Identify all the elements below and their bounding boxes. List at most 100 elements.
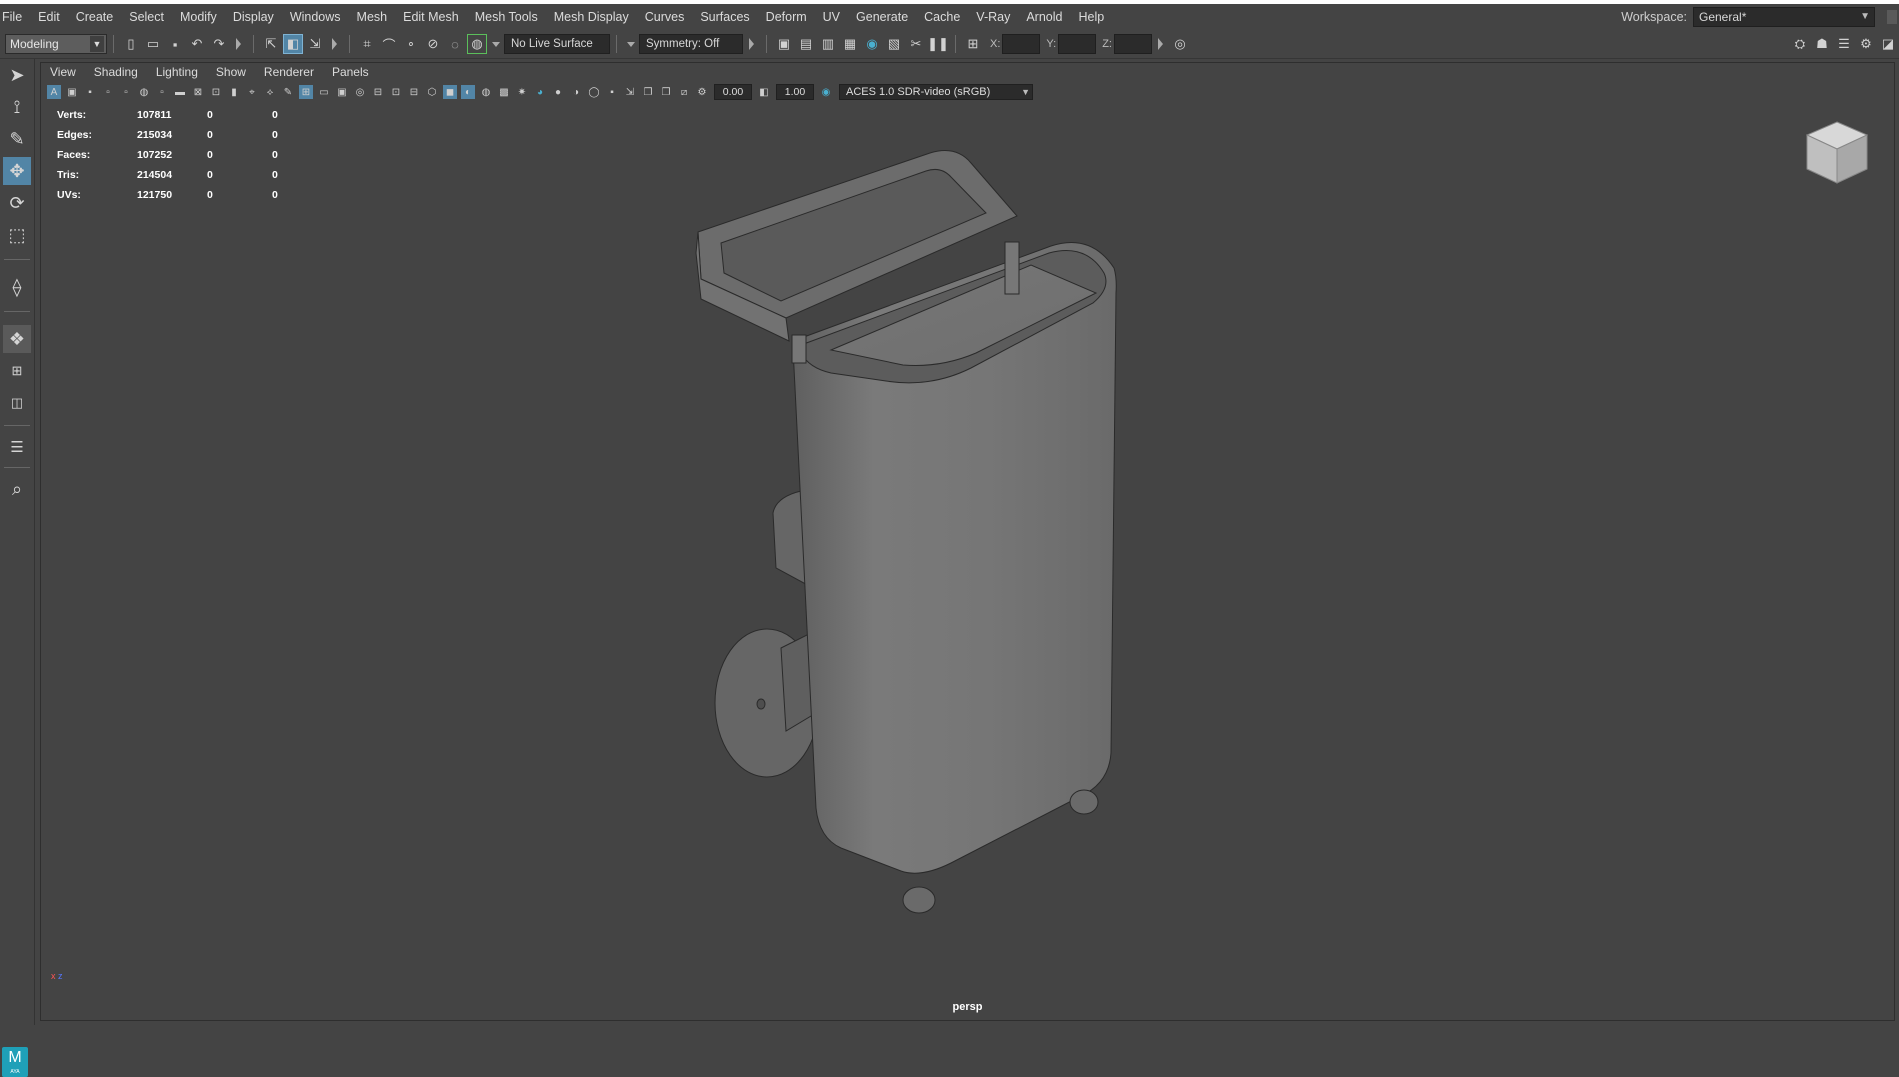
menu-surfaces[interactable]: Surfaces xyxy=(692,10,757,24)
make-live-icon[interactable]: ◍ xyxy=(467,34,487,54)
render-settings-icon[interactable]: ▦ xyxy=(841,35,859,53)
trolley-model[interactable] xyxy=(695,150,1117,914)
y-label: Y: xyxy=(1046,38,1057,50)
menu-cache[interactable]: Cache xyxy=(916,10,968,24)
scene-render[interactable] xyxy=(41,63,1894,1020)
menu-mesh-tools[interactable]: Mesh Tools xyxy=(467,10,546,24)
separator xyxy=(253,35,254,53)
live-surface-field[interactable]: No Live Surface xyxy=(504,34,610,54)
axis-z-label: z xyxy=(58,971,63,981)
outliner-icon[interactable]: ☰ xyxy=(3,433,31,461)
new-scene-icon[interactable]: ▯ xyxy=(122,35,140,53)
menu-curves[interactable]: Curves xyxy=(637,10,693,24)
transform-constraints-icon[interactable]: ⊞ xyxy=(964,35,982,53)
snap-surface-icon[interactable]: ◌ xyxy=(446,35,464,53)
snap-grid-icon[interactable]: ⌗ xyxy=(358,35,376,53)
workspace-value: General* xyxy=(1699,10,1747,24)
view-cube[interactable] xyxy=(1802,117,1872,187)
persp-outliner-layout-icon[interactable]: ◫ xyxy=(3,389,31,417)
paint-select-tool-icon[interactable]: ✎ xyxy=(3,125,31,153)
menu-set-dropdown[interactable]: Modeling ▼ xyxy=(5,34,107,54)
workspace-selector-group: Workspace: General* ▼ xyxy=(1621,4,1899,30)
chevron-down-icon[interactable] xyxy=(492,41,500,47)
four-view-layout-icon[interactable]: ⊞ xyxy=(3,357,31,385)
character-controls-icon[interactable]: ☗ xyxy=(1813,35,1831,53)
select-tool-icon[interactable]: ➤ xyxy=(3,61,31,89)
separator xyxy=(766,35,767,53)
menu-arnold[interactable]: Arnold xyxy=(1018,10,1070,24)
collapse-arrow-icon[interactable] xyxy=(236,38,241,50)
snap-view-plane-icon[interactable]: ⊘ xyxy=(424,35,442,53)
axis-indicator: x z xyxy=(51,971,63,981)
x-input[interactable] xyxy=(1002,34,1041,54)
menu-display[interactable]: Display xyxy=(225,10,282,24)
snap-curve-icon[interactable]: ⌒ xyxy=(380,35,398,53)
trolley-handle-post xyxy=(791,334,807,364)
undo-icon[interactable]: ↶ xyxy=(188,35,206,53)
select-object-icon[interactable]: ◧ xyxy=(283,34,303,54)
ipr-render-icon[interactable]: ▥ xyxy=(819,35,837,53)
collapse-arrow-icon[interactable] xyxy=(332,38,337,50)
menu-modify[interactable]: Modify xyxy=(172,10,225,24)
single-perspective-layout-icon[interactable]: ❖ xyxy=(3,325,31,353)
menu-generate[interactable]: Generate xyxy=(848,10,916,24)
select-hierarchy-icon[interactable]: ⇱ xyxy=(262,35,280,53)
rotate-tool-icon[interactable]: ⟳ xyxy=(3,189,31,217)
main-menubar: File Edit Create Select Modify Display W… xyxy=(0,4,1899,30)
menu-select[interactable]: Select xyxy=(121,10,172,24)
menu-file[interactable]: File xyxy=(0,10,30,24)
select-component-icon[interactable]: ⇲ xyxy=(306,35,324,53)
separator xyxy=(4,425,30,426)
menu-windows[interactable]: Windows xyxy=(282,10,349,24)
menu-vray[interactable]: V-Ray xyxy=(968,10,1018,24)
collapse-arrow-icon[interactable] xyxy=(749,38,754,50)
z-input[interactable] xyxy=(1113,34,1152,54)
separator xyxy=(113,35,114,53)
hypershade-icon[interactable]: ◉ xyxy=(863,35,881,53)
left-toolbox: ➤ ⟟ ✎ ✥ ⟳ ⬚ ⟠ ❖ ⊞ ◫ ☰ ⌕ M AYA xyxy=(0,59,35,1077)
separator xyxy=(349,35,350,53)
snap-point-icon[interactable]: ∘ xyxy=(402,35,420,53)
menu-uv[interactable]: UV xyxy=(815,10,848,24)
vray-ipr-icon[interactable]: ✂ xyxy=(907,35,925,53)
trolley-handle-post xyxy=(1004,241,1020,295)
symmetry-field[interactable]: Symmetry: Off xyxy=(639,34,743,54)
save-scene-icon[interactable]: ▪ xyxy=(166,35,184,53)
viewport-panel[interactable]: View Shading Lighting Show Renderer Pane… xyxy=(40,62,1895,1021)
modeling-toolkit-icon[interactable]: ⛭ xyxy=(1791,35,1809,53)
lasso-tool-icon[interactable]: ⟟ xyxy=(3,93,31,121)
tool-settings-icon[interactable]: ⚙ xyxy=(1857,35,1875,53)
separator xyxy=(4,259,30,260)
menu-edit-mesh[interactable]: Edit Mesh xyxy=(395,10,467,24)
attribute-editor-icon[interactable]: ☰ xyxy=(1835,35,1853,53)
menu-set-value: Modeling xyxy=(10,37,59,51)
menu-create[interactable]: Create xyxy=(68,10,122,24)
menu-help[interactable]: Help xyxy=(1070,10,1112,24)
camera-name-label: persp xyxy=(952,1001,983,1013)
move-tool-icon[interactable]: ✥ xyxy=(3,157,31,185)
lock-icon[interactable] xyxy=(1887,10,1897,24)
menu-mesh[interactable]: Mesh xyxy=(349,10,396,24)
redo-icon[interactable]: ↷ xyxy=(210,35,228,53)
menu-mesh-display[interactable]: Mesh Display xyxy=(546,10,637,24)
channel-box-icon[interactable]: ◪ xyxy=(1879,35,1897,53)
menu-deform[interactable]: Deform xyxy=(758,10,815,24)
menu-edit[interactable]: Edit xyxy=(30,10,68,24)
sign-in-icon[interactable]: ◎ xyxy=(1171,35,1189,53)
pause-icon[interactable]: ❚❚ xyxy=(927,35,949,53)
last-tool-icon[interactable]: ⟠ xyxy=(3,273,31,301)
workspace-dropdown[interactable]: General* ▼ xyxy=(1693,7,1875,27)
workspace-label: Workspace: xyxy=(1621,10,1687,24)
x-label: X: xyxy=(990,38,1001,50)
render-frame-icon[interactable]: ▤ xyxy=(797,35,815,53)
collapse-arrow-icon[interactable] xyxy=(1157,38,1163,50)
separator xyxy=(616,35,617,53)
open-scene-icon[interactable]: ▭ xyxy=(144,35,162,53)
scale-tool-icon[interactable]: ⬚ xyxy=(3,221,31,249)
y-input[interactable] xyxy=(1058,34,1097,54)
trolley-caster xyxy=(1069,789,1099,815)
search-icon[interactable]: ⌕ xyxy=(3,475,31,503)
vray-render-icon[interactable]: ▧ xyxy=(885,35,903,53)
chevron-down-icon[interactable] xyxy=(627,41,635,47)
render-view-icon[interactable]: ▣ xyxy=(775,35,793,53)
